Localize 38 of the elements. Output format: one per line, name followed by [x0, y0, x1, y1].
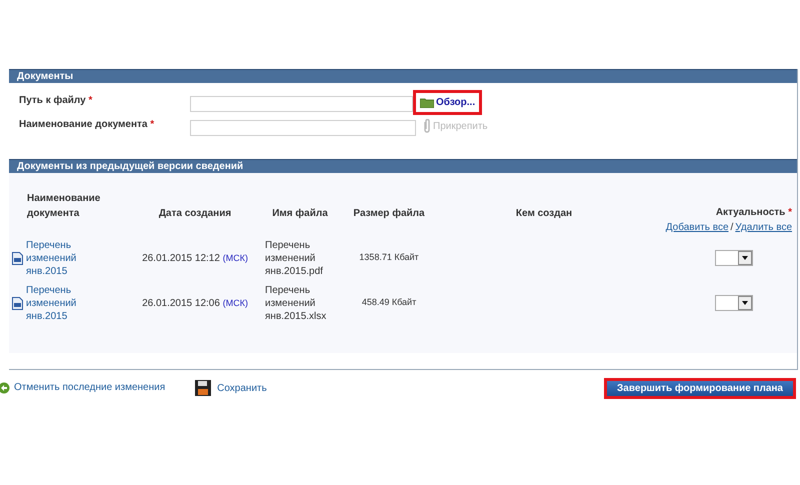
floppy-icon: [195, 380, 212, 396]
file-name: Перечень изменений янв.2015.pdf: [265, 238, 324, 278]
undo-link[interactable]: Отменить последние изменения: [0, 380, 166, 395]
date-text: 26.01.2015 12:12: [142, 252, 221, 264]
document-icon: [12, 252, 23, 264]
file-size: 1358.71 Кбайт: [359, 252, 419, 262]
section-header: Документы из предыдущей версии сведений: [9, 159, 797, 173]
relevance-dropdown[interactable]: [715, 295, 753, 311]
document-link[interactable]: Перечень изменений янв.2015: [26, 284, 94, 322]
browse-button[interactable]: Обзор...: [413, 90, 482, 114]
column-header: Актуальность *: [716, 206, 792, 220]
remove-all-link[interactable]: Удалить все: [735, 220, 792, 235]
date-text: 26.01.2015 12:06: [142, 298, 221, 308]
finish-button[interactable]: Завершить формирование плана: [604, 378, 796, 399]
column-header: Размер файла: [353, 208, 425, 219]
caret-icon: [738, 251, 752, 265]
column-header: Кем создан: [516, 208, 572, 219]
caret-icon: [738, 296, 752, 310]
add-all-link[interactable]: Добавить все: [666, 220, 728, 235]
column-header: Наименование документа: [27, 193, 100, 219]
document-link[interactable]: Перечень изменений янв.2015: [26, 238, 94, 278]
column-header: Имя файла: [272, 208, 328, 219]
relevance-dropdown[interactable]: [715, 250, 753, 266]
field-label: Наименование документа *: [19, 119, 154, 130]
input-field[interactable]: [190, 120, 416, 136]
timezone-link[interactable]: (МСК): [222, 252, 248, 262]
document-icon: [12, 296, 23, 310]
separator: /: [730, 221, 734, 235]
folder-icon: [420, 96, 434, 108]
save-link[interactable]: Сохранить: [195, 380, 267, 396]
input-field[interactable]: [190, 96, 413, 112]
timezone-link[interactable]: (МСК): [222, 298, 248, 308]
column-header: Дата создания: [158, 208, 232, 219]
paperclip-icon: [423, 119, 431, 133]
field-label: Путь к файлу *: [19, 95, 92, 106]
file-name: Перечень изменений янв.2015.xlsx: [265, 284, 328, 322]
section-header: Документы: [9, 69, 797, 83]
file-size: 458.49 Кбайт: [362, 297, 416, 308]
